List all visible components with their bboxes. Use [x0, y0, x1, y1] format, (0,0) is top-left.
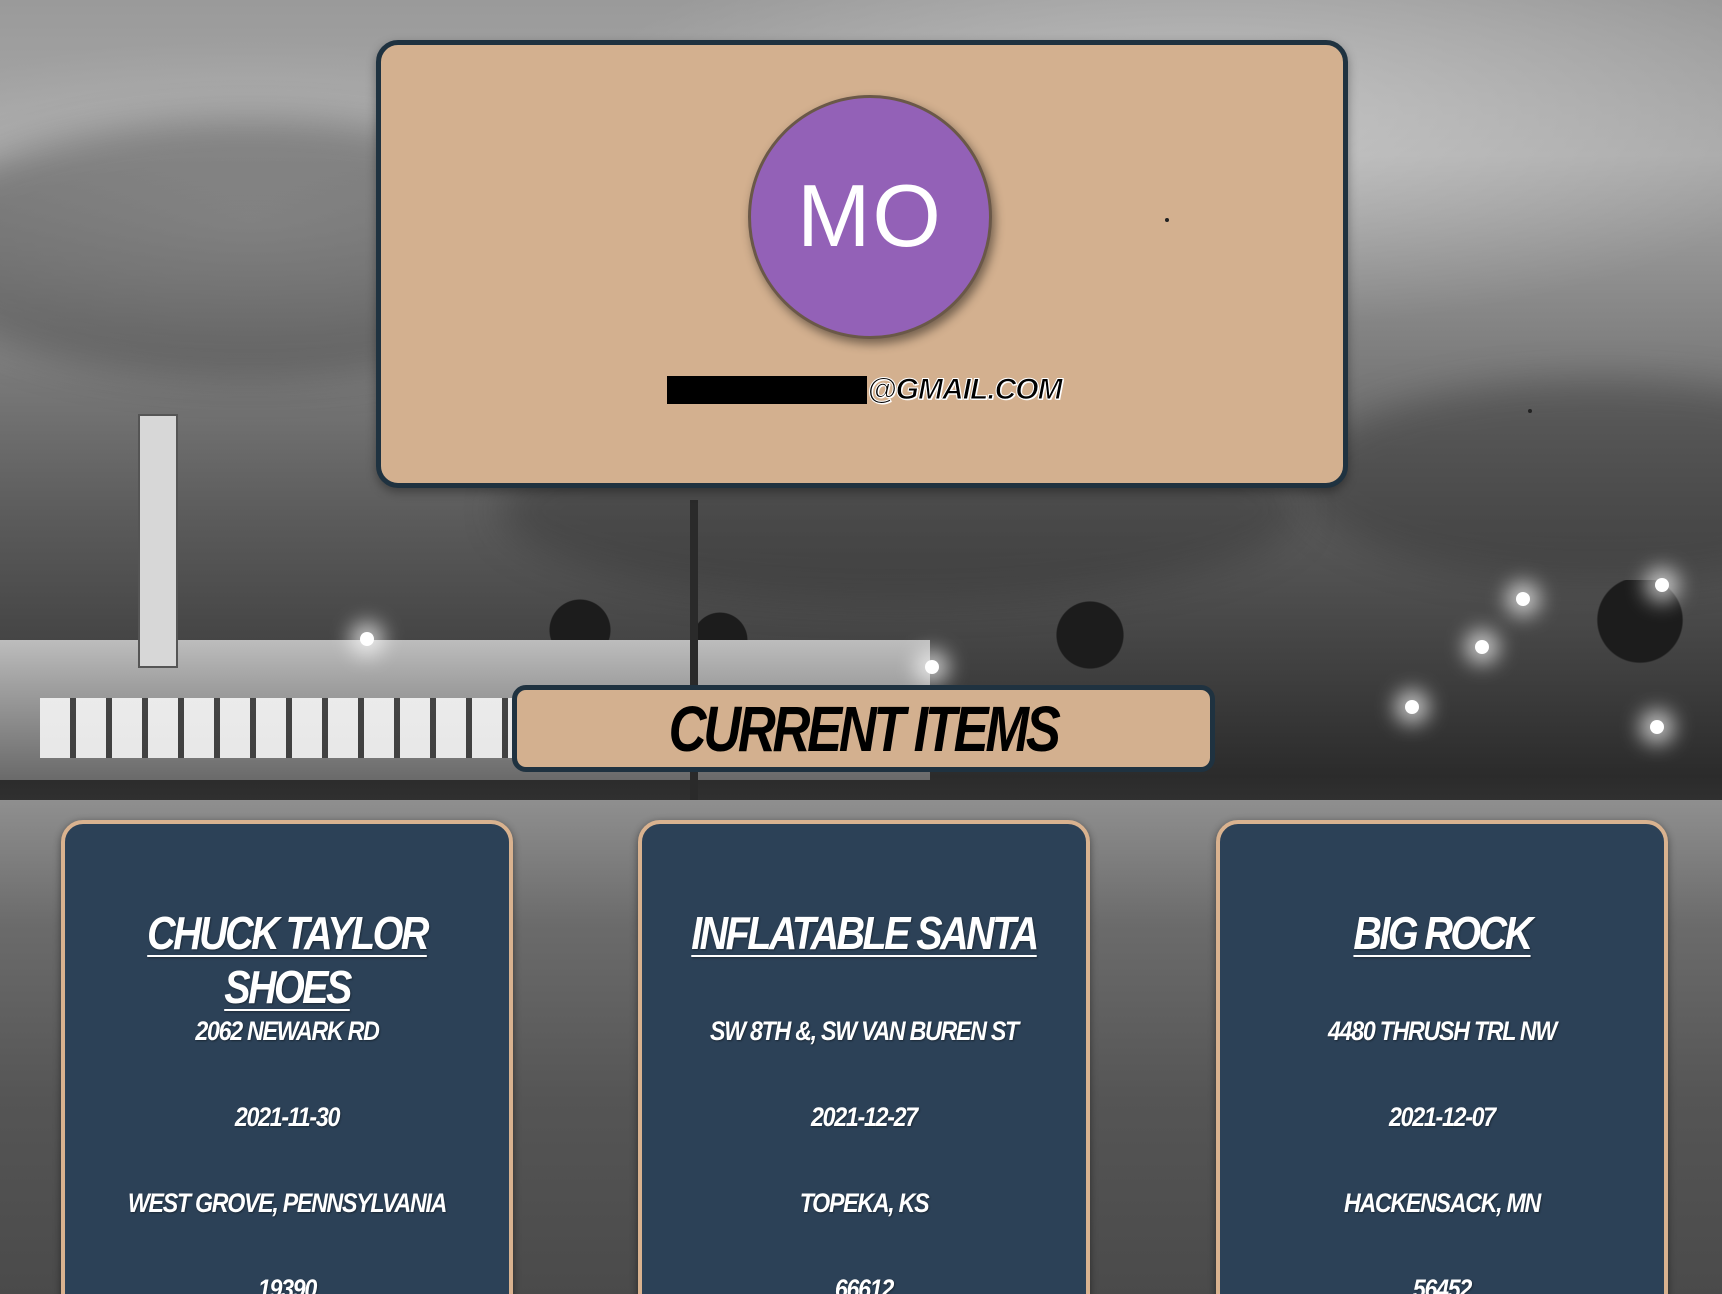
- item-card[interactable]: INFLATABLE SANTA SW 8TH &, SW VAN BUREN …: [638, 820, 1090, 1294]
- item-address: 4480 THRUSH TRL NW: [1328, 1016, 1557, 1046]
- avatar[interactable]: MO: [748, 95, 992, 339]
- item-address: SW 8TH &, SW VAN BUREN ST: [710, 1016, 1019, 1046]
- email-domain: @GMAIL.COM: [867, 373, 1063, 407]
- profile-card: MO @GMAIL.COM: [376, 40, 1348, 488]
- current-items-heading-box: CURRENT ITEMS: [512, 685, 1215, 772]
- section-heading: CURRENT ITEMS: [669, 692, 1061, 765]
- stray-dot: [1528, 409, 1532, 413]
- item-zip: 56452: [1412, 1274, 1472, 1294]
- item-date: 2021-11-30: [234, 1102, 340, 1132]
- item-city-state: TOPEKA, KS: [799, 1188, 930, 1218]
- item-city-state: HACKENSACK, MN: [1343, 1188, 1541, 1218]
- item-name-link[interactable]: CHUCK TAYLOR SHOES: [96, 906, 478, 1014]
- item-card[interactable]: BIG ROCK 4480 THRUSH TRL NW 2021-12-07 H…: [1216, 820, 1668, 1294]
- item-date: 2021-12-07: [1389, 1102, 1496, 1132]
- item-name-link[interactable]: INFLATABLE SANTA: [673, 906, 1055, 960]
- item-address: 2062 NEWARK RD: [195, 1016, 380, 1046]
- item-name-link[interactable]: BIG ROCK: [1251, 906, 1633, 960]
- item-zip: 66612: [834, 1274, 894, 1294]
- item-city-state: WEST GROVE, PENNSYLVANIA: [127, 1188, 448, 1218]
- avatar-initials: MO: [797, 166, 943, 265]
- item-card[interactable]: CHUCK TAYLOR SHOES 2062 NEWARK RD 2021-1…: [61, 820, 513, 1294]
- user-email: @GMAIL.COM: [381, 373, 1343, 413]
- email-redaction-bar: [667, 376, 868, 404]
- item-zip: 19390: [257, 1274, 317, 1294]
- item-date: 2021-12-27: [811, 1102, 918, 1132]
- stray-dot: [1165, 218, 1169, 222]
